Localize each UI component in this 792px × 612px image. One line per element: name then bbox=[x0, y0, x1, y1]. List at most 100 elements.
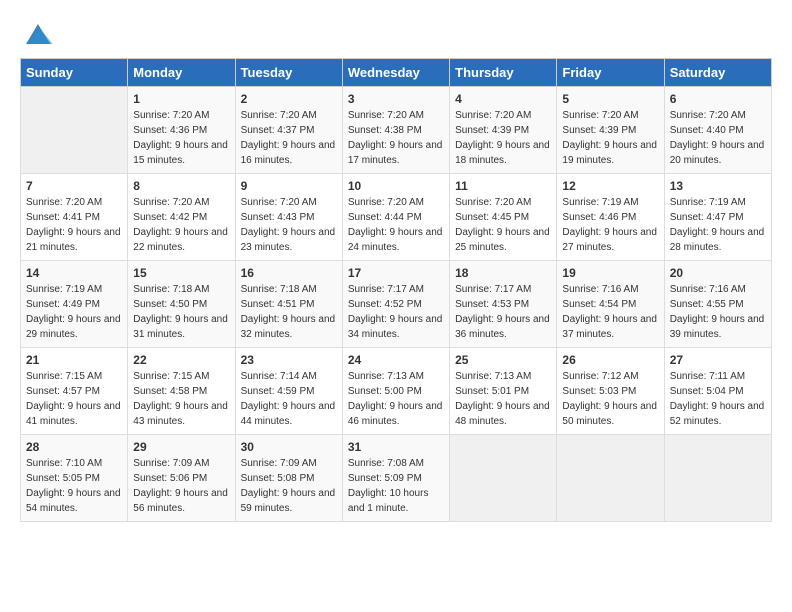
sunrise-text: Sunrise: 7:15 AM bbox=[133, 371, 209, 382]
day-info: Sunrise: 7:20 AM Sunset: 4:43 PM Dayligh… bbox=[241, 195, 337, 255]
day-number: 10 bbox=[348, 179, 444, 193]
sunset-text: Sunset: 4:50 PM bbox=[133, 299, 207, 310]
calendar-cell bbox=[450, 435, 557, 522]
calendar-cell: 6 Sunrise: 7:20 AM Sunset: 4:40 PM Dayli… bbox=[664, 87, 771, 174]
daylight-text: Daylight: 9 hours and 31 minutes. bbox=[133, 314, 228, 340]
sunset-text: Sunset: 4:39 PM bbox=[455, 125, 529, 136]
day-info: Sunrise: 7:20 AM Sunset: 4:39 PM Dayligh… bbox=[455, 108, 551, 168]
sunset-text: Sunset: 5:05 PM bbox=[26, 473, 100, 484]
week-row-3: 14 Sunrise: 7:19 AM Sunset: 4:49 PM Dayl… bbox=[21, 261, 772, 348]
day-info: Sunrise: 7:17 AM Sunset: 4:53 PM Dayligh… bbox=[455, 282, 551, 342]
calendar-cell: 26 Sunrise: 7:12 AM Sunset: 5:03 PM Dayl… bbox=[557, 348, 664, 435]
calendar-cell: 31 Sunrise: 7:08 AM Sunset: 5:09 PM Dayl… bbox=[342, 435, 449, 522]
sunrise-text: Sunrise: 7:19 AM bbox=[26, 284, 102, 295]
sunset-text: Sunset: 5:01 PM bbox=[455, 386, 529, 397]
sunset-text: Sunset: 5:00 PM bbox=[348, 386, 422, 397]
page-header bbox=[20, 20, 772, 48]
sunrise-text: Sunrise: 7:13 AM bbox=[348, 371, 424, 382]
daylight-text: Daylight: 9 hours and 34 minutes. bbox=[348, 314, 443, 340]
day-number: 23 bbox=[241, 353, 337, 367]
day-info: Sunrise: 7:19 AM Sunset: 4:47 PM Dayligh… bbox=[670, 195, 766, 255]
day-number: 18 bbox=[455, 266, 551, 280]
day-info: Sunrise: 7:15 AM Sunset: 4:57 PM Dayligh… bbox=[26, 369, 122, 429]
weekday-header-wednesday: Wednesday bbox=[342, 59, 449, 87]
day-info: Sunrise: 7:19 AM Sunset: 4:49 PM Dayligh… bbox=[26, 282, 122, 342]
calendar-cell: 12 Sunrise: 7:19 AM Sunset: 4:46 PM Dayl… bbox=[557, 174, 664, 261]
calendar-cell: 29 Sunrise: 7:09 AM Sunset: 5:06 PM Dayl… bbox=[128, 435, 235, 522]
weekday-header-monday: Monday bbox=[128, 59, 235, 87]
calendar-cell: 22 Sunrise: 7:15 AM Sunset: 4:58 PM Dayl… bbox=[128, 348, 235, 435]
week-row-5: 28 Sunrise: 7:10 AM Sunset: 5:05 PM Dayl… bbox=[21, 435, 772, 522]
logo-icon bbox=[22, 20, 54, 48]
sunset-text: Sunset: 4:42 PM bbox=[133, 212, 207, 223]
sunrise-text: Sunrise: 7:16 AM bbox=[562, 284, 638, 295]
calendar-cell: 3 Sunrise: 7:20 AM Sunset: 4:38 PM Dayli… bbox=[342, 87, 449, 174]
day-info: Sunrise: 7:20 AM Sunset: 4:44 PM Dayligh… bbox=[348, 195, 444, 255]
calendar-cell: 17 Sunrise: 7:17 AM Sunset: 4:52 PM Dayl… bbox=[342, 261, 449, 348]
day-number: 6 bbox=[670, 92, 766, 106]
daylight-text: Daylight: 9 hours and 25 minutes. bbox=[455, 227, 550, 253]
daylight-text: Daylight: 9 hours and 23 minutes. bbox=[241, 227, 336, 253]
day-info: Sunrise: 7:15 AM Sunset: 4:58 PM Dayligh… bbox=[133, 369, 229, 429]
day-info: Sunrise: 7:08 AM Sunset: 5:09 PM Dayligh… bbox=[348, 456, 444, 516]
sunrise-text: Sunrise: 7:20 AM bbox=[670, 110, 746, 121]
sunset-text: Sunset: 4:58 PM bbox=[133, 386, 207, 397]
daylight-text: Daylight: 9 hours and 46 minutes. bbox=[348, 401, 443, 427]
day-number: 2 bbox=[241, 92, 337, 106]
calendar-cell: 2 Sunrise: 7:20 AM Sunset: 4:37 PM Dayli… bbox=[235, 87, 342, 174]
day-info: Sunrise: 7:11 AM Sunset: 5:04 PM Dayligh… bbox=[670, 369, 766, 429]
weekday-header-row: SundayMondayTuesdayWednesdayThursdayFrid… bbox=[21, 59, 772, 87]
sunrise-text: Sunrise: 7:08 AM bbox=[348, 458, 424, 469]
week-row-2: 7 Sunrise: 7:20 AM Sunset: 4:41 PM Dayli… bbox=[21, 174, 772, 261]
daylight-text: Daylight: 9 hours and 28 minutes. bbox=[670, 227, 765, 253]
sunset-text: Sunset: 4:59 PM bbox=[241, 386, 315, 397]
day-number: 22 bbox=[133, 353, 229, 367]
sunset-text: Sunset: 4:44 PM bbox=[348, 212, 422, 223]
day-number: 4 bbox=[455, 92, 551, 106]
sunrise-text: Sunrise: 7:18 AM bbox=[133, 284, 209, 295]
day-number: 30 bbox=[241, 440, 337, 454]
week-row-4: 21 Sunrise: 7:15 AM Sunset: 4:57 PM Dayl… bbox=[21, 348, 772, 435]
weekday-header-friday: Friday bbox=[557, 59, 664, 87]
sunset-text: Sunset: 4:51 PM bbox=[241, 299, 315, 310]
sunset-text: Sunset: 5:03 PM bbox=[562, 386, 636, 397]
daylight-text: Daylight: 9 hours and 17 minutes. bbox=[348, 140, 443, 166]
day-number: 21 bbox=[26, 353, 122, 367]
day-number: 25 bbox=[455, 353, 551, 367]
sunrise-text: Sunrise: 7:19 AM bbox=[670, 197, 746, 208]
daylight-text: Daylight: 9 hours and 41 minutes. bbox=[26, 401, 121, 427]
day-number: 26 bbox=[562, 353, 658, 367]
sunrise-text: Sunrise: 7:20 AM bbox=[562, 110, 638, 121]
sunrise-text: Sunrise: 7:20 AM bbox=[348, 197, 424, 208]
sunset-text: Sunset: 4:37 PM bbox=[241, 125, 315, 136]
calendar-cell: 25 Sunrise: 7:13 AM Sunset: 5:01 PM Dayl… bbox=[450, 348, 557, 435]
sunset-text: Sunset: 4:38 PM bbox=[348, 125, 422, 136]
sunset-text: Sunset: 5:08 PM bbox=[241, 473, 315, 484]
daylight-text: Daylight: 9 hours and 32 minutes. bbox=[241, 314, 336, 340]
sunset-text: Sunset: 4:40 PM bbox=[670, 125, 744, 136]
daylight-text: Daylight: 10 hours and 1 minute. bbox=[348, 488, 429, 514]
sunrise-text: Sunrise: 7:11 AM bbox=[670, 371, 745, 382]
day-number: 3 bbox=[348, 92, 444, 106]
day-info: Sunrise: 7:20 AM Sunset: 4:36 PM Dayligh… bbox=[133, 108, 229, 168]
day-number: 14 bbox=[26, 266, 122, 280]
sunset-text: Sunset: 4:52 PM bbox=[348, 299, 422, 310]
daylight-text: Daylight: 9 hours and 16 minutes. bbox=[241, 140, 336, 166]
day-number: 31 bbox=[348, 440, 444, 454]
day-info: Sunrise: 7:14 AM Sunset: 4:59 PM Dayligh… bbox=[241, 369, 337, 429]
calendar-cell: 15 Sunrise: 7:18 AM Sunset: 4:50 PM Dayl… bbox=[128, 261, 235, 348]
calendar-cell: 10 Sunrise: 7:20 AM Sunset: 4:44 PM Dayl… bbox=[342, 174, 449, 261]
daylight-text: Daylight: 9 hours and 20 minutes. bbox=[670, 140, 765, 166]
calendar-cell: 30 Sunrise: 7:09 AM Sunset: 5:08 PM Dayl… bbox=[235, 435, 342, 522]
day-number: 16 bbox=[241, 266, 337, 280]
day-number: 27 bbox=[670, 353, 766, 367]
sunset-text: Sunset: 4:45 PM bbox=[455, 212, 529, 223]
sunrise-text: Sunrise: 7:20 AM bbox=[133, 197, 209, 208]
weekday-header-saturday: Saturday bbox=[664, 59, 771, 87]
calendar-cell bbox=[557, 435, 664, 522]
day-info: Sunrise: 7:09 AM Sunset: 5:08 PM Dayligh… bbox=[241, 456, 337, 516]
day-number: 13 bbox=[670, 179, 766, 193]
calendar-cell: 27 Sunrise: 7:11 AM Sunset: 5:04 PM Dayl… bbox=[664, 348, 771, 435]
sunset-text: Sunset: 4:46 PM bbox=[562, 212, 636, 223]
sunrise-text: Sunrise: 7:20 AM bbox=[133, 110, 209, 121]
